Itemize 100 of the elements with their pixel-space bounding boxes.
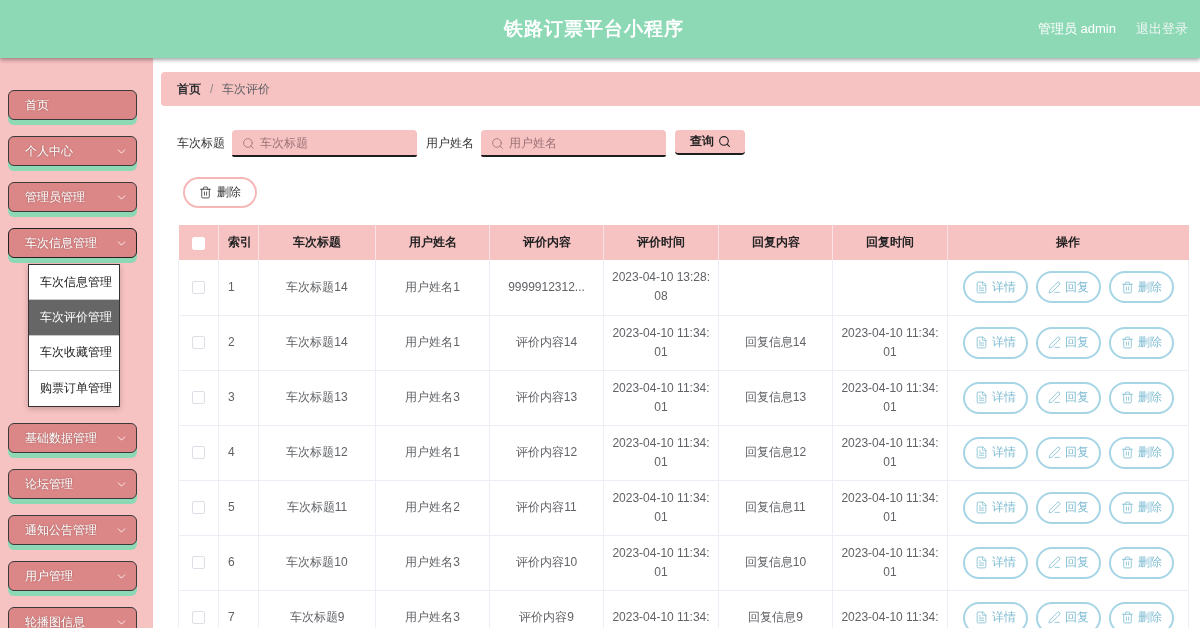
document-icon (974, 446, 988, 459)
trash-icon (1120, 336, 1134, 349)
table-cell: 2023-04-10 11:34:01 (832, 425, 948, 480)
submenu-item[interactable]: 车次信息管理 (29, 265, 119, 301)
table-header-cell: 索引 (218, 225, 259, 260)
delete-button[interactable]: 删除 (1108, 436, 1174, 469)
table-cell: 2023-04-10 11:34:01 (832, 370, 948, 425)
table-cell: 3 (218, 370, 259, 425)
delete-button[interactable]: 删除 (183, 177, 257, 208)
app-title: 铁路订票平台小程序 (504, 17, 684, 41)
table-cell: 用户姓名3 (375, 370, 490, 425)
table-cell: 用户姓名1 (375, 315, 490, 370)
table-cell: 6 (218, 535, 259, 590)
table-cell: 2023-04-10 11:34:01 (603, 480, 719, 535)
checkbox[interactable] (192, 501, 205, 515)
table-header-cell: 操作 (947, 225, 1189, 260)
document-icon (974, 391, 988, 404)
checkbox[interactable] (192, 446, 205, 460)
delete-button[interactable]: 删除 (1108, 491, 1174, 524)
trash-icon (1120, 501, 1134, 514)
reply-button[interactable]: 回复 (1035, 436, 1101, 469)
table-cell: 2023-04-10 11:34:01 (832, 480, 948, 535)
pencil-icon (1047, 446, 1061, 459)
delete-button[interactable]: 删除 (1108, 546, 1174, 579)
reply-button[interactable]: 回复 (1035, 326, 1101, 359)
trash-icon (1120, 446, 1134, 459)
reply-button[interactable]: 回复 (1035, 601, 1101, 628)
pencil-icon (1047, 556, 1061, 569)
search-field[interactable]: 用户姓名 (481, 130, 666, 157)
table-header-cell: 评价内容 (489, 225, 604, 260)
table-cell: 用户姓名2 (375, 480, 490, 535)
trash-icon (1120, 280, 1134, 294)
table-cell: 回复信息14 (718, 315, 833, 370)
document-icon (974, 556, 988, 569)
table-header-cell: 评价时间 (603, 225, 719, 260)
table-cell: 用户姓名3 (375, 535, 490, 590)
detail-button[interactable]: 详情 (962, 326, 1028, 359)
table-cell: 评价内容13 (489, 370, 604, 425)
pencil-icon (1047, 280, 1061, 294)
table-cell: 车次标题14 (258, 260, 376, 315)
trash-icon (1120, 391, 1134, 404)
detail-button[interactable]: 详情 (962, 271, 1028, 304)
search-field[interactable]: 车次标题 (232, 130, 417, 157)
delete-button[interactable]: 删除 (1108, 381, 1174, 414)
breadcrumb-separator: / (210, 82, 214, 96)
reply-button[interactable]: 回复 (1035, 491, 1101, 524)
document-icon (974, 611, 988, 624)
delete-button[interactable]: 删除 (1108, 271, 1174, 304)
sidebar-menu-item[interactable]: 轮播图信息 (8, 607, 137, 628)
delete-button[interactable]: 删除 (1108, 326, 1174, 359)
table-cell: 5 (218, 480, 259, 535)
checkbox[interactable] (192, 281, 205, 295)
search-icon (717, 135, 731, 148)
table-cell: 车次标题10 (258, 535, 376, 590)
reply-button[interactable]: 回复 (1035, 546, 1101, 579)
pencil-icon (1047, 501, 1061, 514)
table-cell: 2023-04-10 11:34:01 (603, 315, 719, 370)
detail-button[interactable]: 详情 (962, 491, 1028, 524)
detail-button[interactable]: 详情 (962, 546, 1028, 579)
trash-icon (1120, 556, 1134, 569)
document-icon (974, 280, 988, 294)
trash-icon (1120, 611, 1134, 624)
table-header-cell: 回复时间 (832, 225, 948, 260)
checkbox[interactable] (192, 556, 205, 570)
table-cell: 2023-04-10 11:34:01 (603, 425, 719, 480)
search-icon (491, 137, 504, 150)
table-cell: 2023-04-10 11:34:01 (603, 370, 719, 425)
submenu-item[interactable]: 车次评价管理 (29, 300, 119, 336)
table-cell: 回复信息10 (718, 535, 833, 590)
table-cell: 回复信息12 (718, 425, 833, 480)
table-header-cell: 回复内容 (718, 225, 833, 260)
detail-button[interactable]: 详情 (962, 436, 1028, 469)
query-button[interactable]: 查询 (675, 130, 745, 155)
submenu-item[interactable]: 购票订单管理 (29, 370, 119, 407)
reply-button[interactable]: 回复 (1035, 381, 1101, 414)
table-cell: 2023-04-10 11:34:01 (832, 535, 948, 590)
breadcrumb-link[interactable]: 首页 (177, 80, 201, 98)
reply-button[interactable]: 回复 (1035, 271, 1101, 304)
checkbox[interactable] (192, 336, 205, 350)
table-cell: 评价内容11 (489, 480, 604, 535)
logout-link[interactable]: 退出登录 (1136, 20, 1188, 38)
table-cell: 车次标题13 (258, 370, 376, 425)
table-cell: 车次标题11 (258, 480, 376, 535)
table-cell: 2 (218, 315, 259, 370)
checkbox[interactable] (192, 391, 205, 405)
table-cell: 车次标题12 (258, 425, 376, 480)
user-label: 管理员 admin (1037, 20, 1116, 38)
table-cell: 评价内容10 (489, 535, 604, 590)
detail-button[interactable]: 详情 (962, 601, 1028, 628)
checkbox[interactable] (192, 611, 205, 625)
delete-button[interactable]: 删除 (1108, 601, 1174, 628)
table-cell: 用户姓名1 (375, 425, 490, 480)
table-cell: 评价内容14 (489, 315, 604, 370)
pencil-icon (1047, 611, 1061, 624)
search-icon (242, 137, 255, 150)
field-label: 用户姓名 (426, 135, 474, 152)
submenu-item[interactable]: 车次收藏管理 (29, 335, 119, 371)
detail-button[interactable]: 详情 (962, 381, 1028, 414)
table-cell: 1 (218, 260, 259, 315)
table-cell: 2023-04-10 13:28:08 (603, 260, 719, 315)
